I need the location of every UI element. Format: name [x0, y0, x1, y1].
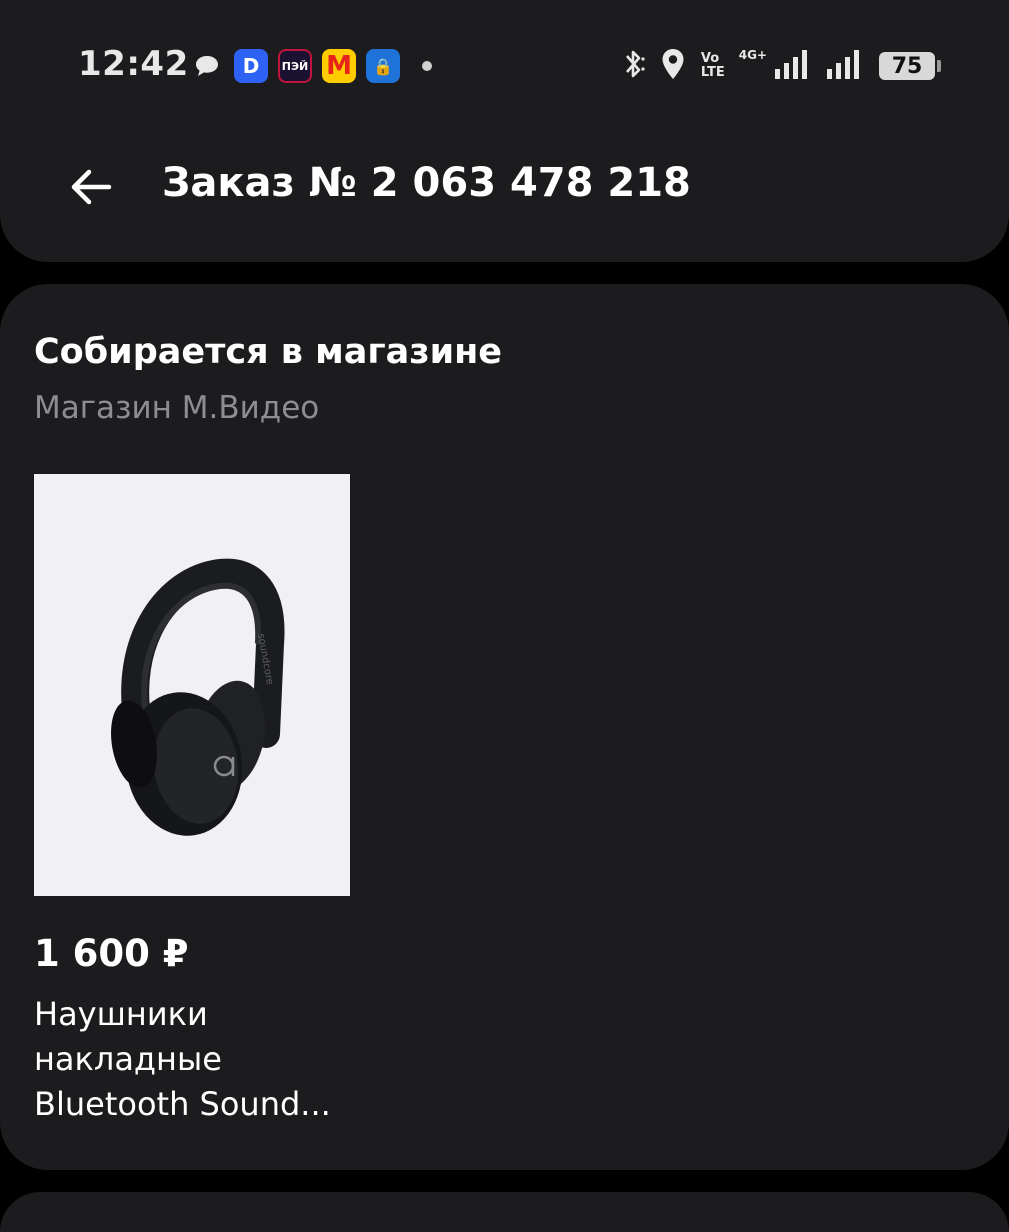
volte-indicator: Vo LTE [700, 51, 725, 80]
pay-app-icon: ПЭЙ [278, 49, 312, 83]
messenger-app-icon: D [234, 49, 268, 83]
product-image[interactable]: soundcore [34, 474, 350, 896]
product-name-line: Наушники [34, 995, 208, 1033]
app-header: Заказ № 2 063 478 218 [0, 110, 1009, 262]
market-app-icon: М [322, 49, 356, 83]
signal-strength-icon-sim2 [825, 47, 865, 85]
page-title: Заказ № 2 063 478 218 [162, 160, 691, 206]
store-name: Магазин М.Видео [34, 390, 320, 426]
bluetooth-icon [621, 47, 645, 85]
arrow-left-icon [69, 167, 113, 211]
next-section-card [0, 1192, 1009, 1232]
order-status: Собирается в магазине [34, 332, 503, 372]
lock-app-icon: 🔒 [366, 49, 400, 83]
system-icons: Vo LTE 4G+ 75 [607, 46, 941, 86]
network-type-label: 4G+ [738, 48, 767, 62]
product-name-line: Bluetooth Sound... [34, 1085, 331, 1123]
clock: 12:42 [78, 44, 189, 84]
notification-icons: D ПЭЙ М 🔒 [194, 48, 442, 84]
signal-strength-icon-sim1 [771, 47, 811, 85]
more-notifications-dot [422, 61, 432, 71]
back-button[interactable] [64, 162, 118, 216]
location-icon [659, 47, 687, 85]
battery-icon: 75 [879, 52, 941, 80]
product-name[interactable]: Наушники накладные Bluetooth Sound... [34, 992, 394, 1127]
chat-bubble-icon [194, 49, 220, 83]
product-price: 1 600 ₽ [34, 932, 189, 975]
order-card: Собирается в магазине Магазин М.Видео so… [0, 284, 1009, 1170]
product-name-line: накладные [34, 1040, 222, 1078]
status-bar: 12:42 D ПЭЙ М 🔒 Vo LTE 4G+ 75 [0, 0, 1009, 120]
headphones-image: soundcore [111, 558, 285, 836]
